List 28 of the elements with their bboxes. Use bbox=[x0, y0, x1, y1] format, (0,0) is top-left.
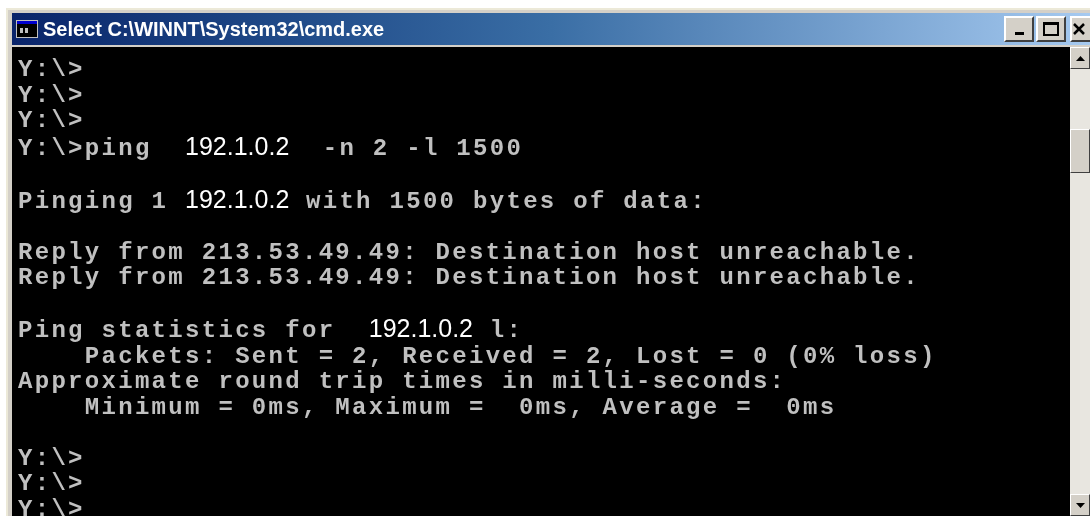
scroll-up-button[interactable] bbox=[1070, 47, 1090, 69]
close-icon bbox=[1073, 23, 1085, 35]
scroll-thumb[interactable] bbox=[1070, 129, 1090, 173]
maximize-icon bbox=[1043, 22, 1059, 36]
console-line: Y:\> bbox=[18, 496, 85, 516]
console-line: Pinging 1 192.1.0.2 with 1500 bytes of data: bbox=[18, 186, 707, 214]
console-line: Y:\> bbox=[18, 445, 85, 471]
minimize-icon bbox=[1014, 32, 1024, 35]
console-line: Y:\> bbox=[18, 471, 85, 497]
console-line: Reply from 213.53.49.49: Destination host unreachable. bbox=[18, 239, 920, 265]
console-line: Y:\> bbox=[18, 82, 85, 108]
maximize-button[interactable] bbox=[1036, 16, 1066, 42]
console-line: Minimum = 0ms, Maximum = 0ms, Average = 0ms bbox=[83, 394, 837, 420]
scrollbar[interactable] bbox=[1070, 47, 1090, 516]
console-line: Y:\> bbox=[18, 57, 85, 83]
console-line: Y:\> bbox=[18, 108, 85, 134]
console-line: Packets: Sent = 2, Received = 2, Lost = 0 (0% loss) bbox=[83, 343, 937, 369]
console-line: Reply from 213.53.49.49: Destination host unreachable. bbox=[18, 265, 920, 291]
minimize-button[interactable] bbox=[1004, 16, 1034, 42]
console-line: Y:\>ping 192.1.0.2 -n 2 -l 1500 bbox=[18, 133, 524, 161]
up-arrow-icon bbox=[1075, 55, 1085, 61]
console-line: Ping statistics for 192.1.0.2 l: bbox=[18, 316, 524, 344]
console-line: Approximate round trip times in milli-seconds: bbox=[18, 369, 787, 395]
scroll-down-button[interactable] bbox=[1070, 494, 1090, 516]
close-button[interactable] bbox=[1070, 16, 1090, 42]
down-arrow-icon bbox=[1075, 502, 1085, 508]
window-title: Select C:\WINNT\System32\cmd.exe bbox=[43, 17, 385, 42]
console-icon bbox=[16, 20, 38, 38]
